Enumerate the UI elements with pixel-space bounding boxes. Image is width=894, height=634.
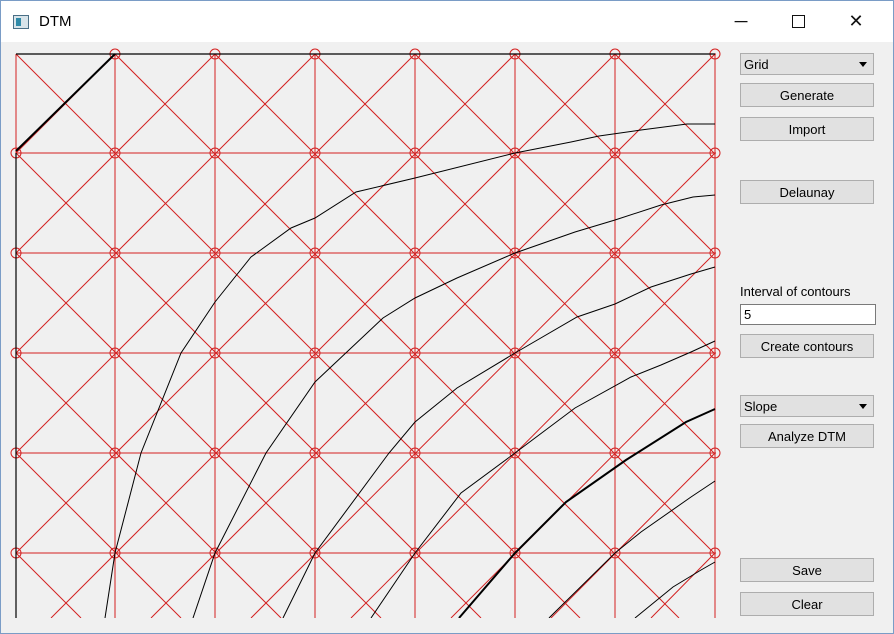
- chevron-down-icon: [859, 62, 867, 67]
- maximize-icon: [791, 15, 805, 28]
- create-contours-button[interactable]: Create contours: [740, 334, 874, 358]
- delaunay-button[interactable]: Delaunay: [740, 180, 874, 204]
- minimize-button[interactable]: ─: [718, 1, 764, 42]
- close-button[interactable]: ✕: [833, 1, 879, 42]
- save-button[interactable]: Save: [740, 558, 874, 582]
- title-bar[interactable]: DTM ─ ✕: [1, 1, 893, 42]
- interval-input[interactable]: 5: [740, 304, 876, 325]
- app-icon: [13, 15, 29, 29]
- analysis-select-value: Slope: [744, 399, 778, 414]
- generate-button[interactable]: Generate: [740, 83, 874, 107]
- maximize-button[interactable]: [775, 1, 821, 42]
- import-button[interactable]: Import: [740, 117, 874, 141]
- app-window: DTM ─ ✕ Grid Generate Import Delaunay In…: [0, 0, 894, 634]
- method-select-value: Grid: [744, 57, 769, 72]
- dtm-canvas[interactable]: [1, 42, 727, 618]
- clear-button[interactable]: Clear: [740, 592, 874, 616]
- chevron-down-icon: [859, 404, 867, 409]
- close-icon: ✕: [848, 11, 864, 31]
- method-select[interactable]: Grid: [740, 53, 874, 75]
- triangulation-edges: [15, 53, 716, 618]
- interval-label: Interval of contours: [740, 284, 851, 299]
- analysis-select[interactable]: Slope: [740, 395, 874, 417]
- dtm-drawing[interactable]: [1, 42, 727, 618]
- control-panel: Grid Generate Import Delaunay Interval o…: [740, 42, 880, 622]
- minimize-icon: ─: [734, 11, 748, 31]
- window-title: DTM: [39, 13, 72, 30]
- contour-lines: [15, 53, 716, 618]
- analyze-dtm-button[interactable]: Analyze DTM: [740, 424, 874, 448]
